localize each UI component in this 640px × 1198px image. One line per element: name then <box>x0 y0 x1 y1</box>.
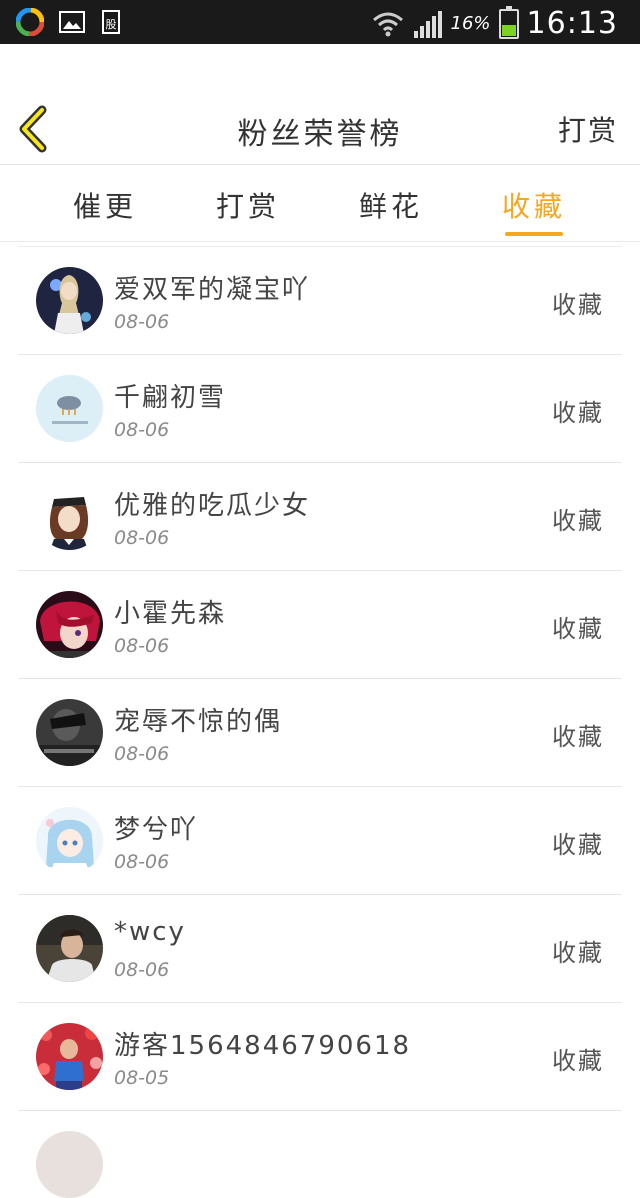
svg-text:股: 股 <box>106 18 117 31</box>
status-bar: 股 16% 16:13 <box>0 0 640 44</box>
favorite-label: 收藏 <box>552 723 604 751</box>
partial-avatar <box>36 1131 103 1198</box>
reward-button[interactable]: 打赏 <box>558 109 618 149</box>
tab-reward[interactable]: 打赏 <box>193 185 303 225</box>
date-label: 08-06 <box>114 311 170 333</box>
list-item[interactable]: 梦兮吖 08-06 收藏 <box>18 787 622 895</box>
favorite-label: 收藏 <box>552 291 604 319</box>
man-photo-avatar <box>36 915 103 982</box>
image-icon <box>59 11 85 33</box>
wifi-icon <box>372 12 403 36</box>
app-circle-icon <box>16 8 44 36</box>
user-name: 千翩初雪 <box>114 383 227 413</box>
favorite-label: 收藏 <box>552 399 604 427</box>
list-item-partial <box>18 1111 622 1198</box>
favorite-label: 收藏 <box>552 939 604 967</box>
favorite-label: 收藏 <box>552 831 604 859</box>
tab-favorites[interactable]: 收藏 <box>479 185 589 225</box>
light-blue-avatar <box>36 375 103 442</box>
active-tab-indicator <box>505 232 563 236</box>
list-item[interactable]: 小霍先森 08-06 收藏 <box>18 571 622 679</box>
date-label: 08-06 <box>114 959 170 981</box>
stock-icon: 股 <box>102 10 120 34</box>
clock: 16:13 <box>526 6 618 41</box>
user-name: *wcy <box>114 917 186 947</box>
favorite-label: 收藏 <box>552 615 604 643</box>
list-item[interactable]: 千翩初雪 08-06 收藏 <box>18 355 622 463</box>
favorite-label: 收藏 <box>552 507 604 535</box>
date-label: 08-06 <box>114 743 170 765</box>
date-label: 08-06 <box>114 527 170 549</box>
header: 粉丝荣誉榜 打赏 <box>0 44 640 165</box>
battery-percent: 16% <box>450 13 491 34</box>
user-name: 小霍先森 <box>114 599 227 629</box>
sailor-girl-avatar <box>36 483 103 550</box>
user-name: 游客1564846790618 <box>114 1031 412 1061</box>
tab-flowers[interactable]: 鲜花 <box>336 185 446 225</box>
tab-urge[interactable]: 催更 <box>50 185 160 225</box>
list-item[interactable]: 优雅的吃瓜少女 08-06 收藏 <box>18 463 622 571</box>
dark-photo-avatar <box>36 699 103 766</box>
red-hair-avatar <box>36 591 103 658</box>
user-name: 梦兮吖 <box>114 815 199 845</box>
date-label: 08-05 <box>114 1067 170 1089</box>
fan-list: 爱双军的凝宝吖 08-06 收藏 千翩初雪 08-06 收藏 优雅的吃瓜少女 0… <box>18 246 622 1198</box>
date-label: 08-06 <box>114 419 170 441</box>
list-item[interactable]: *wcy 08-06 收藏 <box>18 895 622 1003</box>
flowers-photo-avatar <box>36 1023 103 1090</box>
date-label: 08-06 <box>114 851 170 873</box>
user-name: 宠辱不惊的偶 <box>114 707 283 737</box>
user-name: 优雅的吃瓜少女 <box>114 491 311 521</box>
battery-icon <box>498 5 519 39</box>
anime-character-avatar <box>36 267 103 334</box>
list-item[interactable]: 宠辱不惊的偶 08-06 收藏 <box>18 679 622 787</box>
list-item[interactable]: 游客1564846790618 08-05 收藏 <box>18 1003 622 1111</box>
tab-bar: 催更 打赏 鲜花 收藏 <box>0 165 640 242</box>
signal-icon <box>413 10 442 38</box>
anime-blue-hair-avatar <box>36 807 103 874</box>
page-title: 粉丝荣誉榜 <box>237 117 403 152</box>
date-label: 08-06 <box>114 635 170 657</box>
favorite-label: 收藏 <box>552 1047 604 1075</box>
list-item[interactable]: 爱双军的凝宝吖 08-06 收藏 <box>18 247 622 355</box>
user-name: 爱双军的凝宝吖 <box>114 275 311 305</box>
